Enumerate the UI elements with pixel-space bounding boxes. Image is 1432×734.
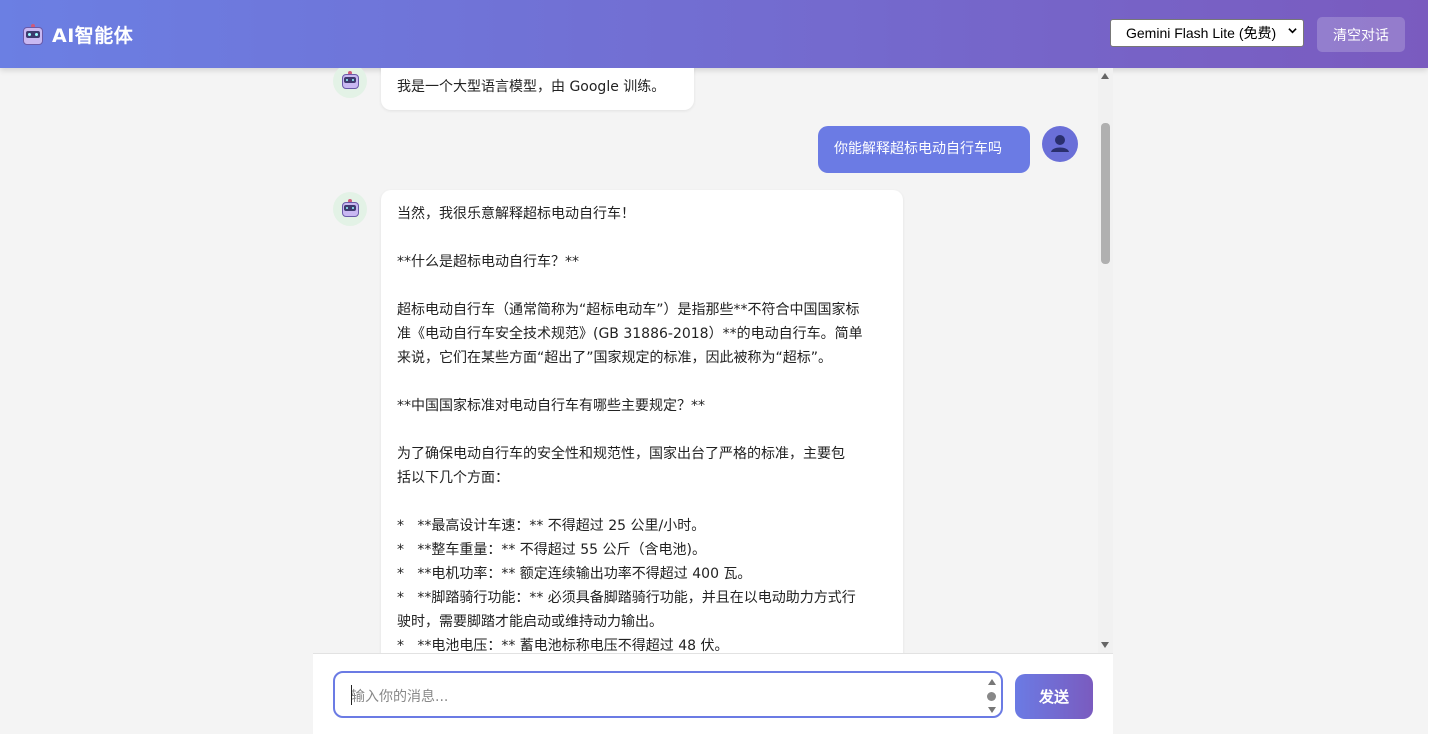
clear-chat-button[interactable]: 清空对话 bbox=[1317, 17, 1405, 52]
resize-handle-icon[interactable] bbox=[987, 677, 997, 715]
message-line bbox=[397, 274, 887, 298]
scroll-up-arrow-icon[interactable] bbox=[1101, 73, 1109, 79]
message-text: 我是一个大型语言模型，由 Google 训练。 bbox=[397, 79, 666, 95]
robot-icon bbox=[22, 23, 44, 46]
message-line: * **电池电压：** 蓄电池标称电压不得超过 48 伏。 bbox=[397, 638, 729, 653]
message-line bbox=[397, 226, 887, 250]
bot-message: 我是一个大型语言模型，由 Google 训练。 bbox=[381, 68, 694, 110]
input-placeholder: 输入你的消息... bbox=[351, 689, 449, 705]
message-line: 为了确保电动自行车的安全性和规范性，国家出台了严格的标准，主要包 bbox=[397, 446, 845, 462]
message-line bbox=[397, 490, 887, 514]
message-line: * **最高设计车速：** 不得超过 25 公里/小时。 bbox=[397, 518, 706, 534]
message-line: 当然，我很乐意解释超标电动自行车！ bbox=[397, 206, 635, 222]
message-line: 超标电动自行车（通常简称为“超标电动车”）是指那些**不符合中国国家标 bbox=[397, 302, 860, 318]
message-line: 括以下几个方面： bbox=[397, 470, 509, 486]
user-message: 你能解释超标电动自行车吗 bbox=[818, 126, 1030, 173]
message-line: * **整车重量：** 不得超过 55 公斤（含电池)。 bbox=[397, 542, 706, 558]
bot-message: 当然，我很乐意解释超标电动自行车！ **什么是超标电动自行车？** 超标电动自行… bbox=[381, 190, 903, 653]
input-area: 输入你的消息... 发送 bbox=[313, 653, 1113, 734]
scroll-down-arrow-icon[interactable] bbox=[1101, 642, 1109, 648]
chat-messages[interactable]: 我是一个大型语言模型，由 Google 训练。 你能解释超标电动自行车吗 当然，… bbox=[313, 68, 1100, 653]
brand: AI智能体 bbox=[22, 21, 133, 48]
message-line: **中国国家标准对电动自行车有哪些主要规定？** bbox=[397, 398, 705, 414]
chat-scrollbar[interactable] bbox=[1098, 68, 1113, 653]
bot-avatar bbox=[333, 68, 367, 98]
robot-icon bbox=[341, 71, 359, 89]
bot-avatar bbox=[333, 192, 367, 226]
model-select[interactable]: Gemini Flash Lite (免费) bbox=[1110, 19, 1304, 47]
message-line bbox=[397, 418, 887, 442]
model-select-value: Gemini Flash Lite (免费) bbox=[1126, 25, 1277, 41]
app-title: AI智能体 bbox=[52, 25, 134, 47]
scroll-thumb[interactable] bbox=[1101, 123, 1110, 264]
message-input[interactable]: 输入你的消息... bbox=[333, 671, 1003, 718]
send-button[interactable]: 发送 bbox=[1015, 674, 1093, 719]
message-line: 准《电动自行车安全技术规范》(GB 31886-2018）**的电动自行车。简单 bbox=[397, 326, 863, 342]
user-icon bbox=[1051, 135, 1069, 152]
chevron-down-icon bbox=[1288, 28, 1297, 34]
user-avatar bbox=[1042, 126, 1078, 162]
message-line: 驶时，需要脚踏才能启动或维持动力输出。 bbox=[397, 614, 663, 630]
text-caret bbox=[351, 685, 352, 705]
message-line: 来说，它们在某些方面“超出了”国家规定的标准，因此被称为“超标”。 bbox=[397, 350, 833, 366]
page-edge bbox=[1428, 0, 1432, 734]
app-header: AI智能体 Gemini Flash Lite (免费) 清空对话 bbox=[0, 0, 1428, 68]
message-text: 你能解释超标电动自行车吗 bbox=[834, 141, 1002, 157]
message-line: * **电机功率：** 额定连续输出功率不得超过 400 瓦。 bbox=[397, 566, 752, 582]
message-line: * **脚踏骑行功能：** 必须具备脚踏骑行功能，并且在以电动助力方式行 bbox=[397, 590, 856, 606]
message-line bbox=[397, 370, 887, 394]
message-line: **什么是超标电动自行车？** bbox=[397, 254, 579, 270]
robot-icon bbox=[341, 199, 359, 217]
